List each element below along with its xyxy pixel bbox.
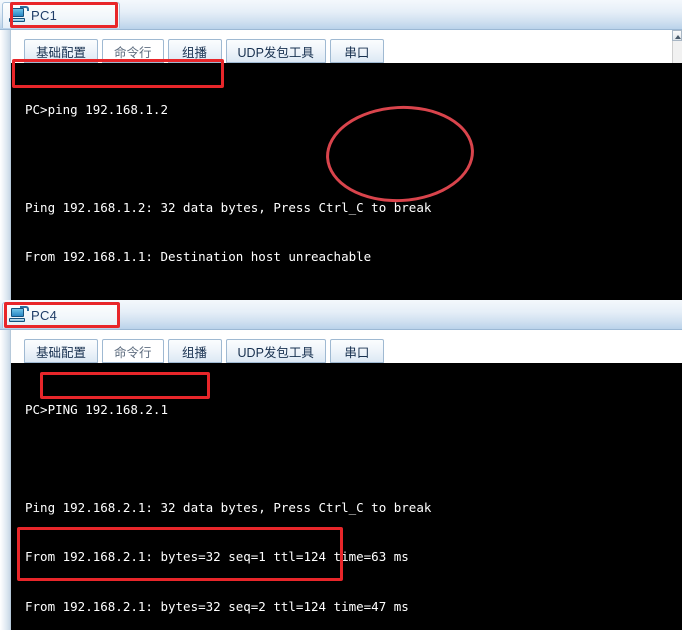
console-line: PC>ping 192.168.1.2 [25, 101, 168, 117]
tab-command-line[interactable]: 命令行 [102, 339, 164, 363]
tab-multicast[interactable]: 组播 [167, 39, 222, 63]
pc1-titlebar: PC1 [0, 0, 682, 30]
console-line: PC>PING 192.168.2.1 [25, 401, 168, 417]
pc1-window-tab[interactable]: PC1 [2, 2, 120, 28]
console-line: Ping 192.168.1.2: 32 data bytes, Press C… [25, 200, 432, 216]
chevron-down-icon[interactable] [672, 30, 682, 41]
screenshot-root: PC1 基础配置 命令行 组播 UDP发包工具 串口 PC>ping 192.1… [0, 0, 682, 630]
tab-basic-config[interactable]: 基础配置 [24, 339, 99, 363]
pc4-tabstrip: 基础配置 命令行 组播 UDP发包工具 串口 [11, 337, 671, 363]
console-line: From 192.168.1.1: Destination host unrea… [25, 249, 372, 265]
tab-multicast[interactable]: 组播 [167, 339, 222, 363]
tab-serial-port[interactable]: 串口 [329, 339, 384, 363]
tab-basic-config[interactable]: 基础配置 [24, 39, 99, 63]
tab-udp-tool[interactable]: UDP发包工具 [225, 339, 326, 363]
console-line: From 192.168.2.1: bytes=32 seq=2 ttl=124… [25, 598, 409, 614]
pc4-console-output[interactable]: PC>PING 192.168.2.1 Ping 192.168.2.1: 32… [11, 363, 682, 630]
pc1-client-area: 基础配置 命令行 组播 UDP发包工具 串口 PC>ping 192.168.1… [0, 30, 682, 300]
pc1-console-output[interactable]: PC>ping 192.168.1.2 Ping 192.168.1.2: 32… [11, 63, 682, 300]
pc4-window-title: PC4 [31, 308, 58, 323]
console-line: From 192.168.2.1: bytes=32 seq=1 ttl=124… [25, 549, 409, 565]
tab-command-line[interactable]: 命令行 [102, 39, 164, 63]
pc-monitor-icon [9, 6, 29, 23]
console-line: Ping 192.168.2.1: 32 data bytes, Press C… [25, 500, 432, 516]
pc4-window-tab[interactable]: PC4 [2, 302, 120, 328]
pc1-tabstrip: 基础配置 命令行 组播 UDP发包工具 串口 [11, 37, 671, 63]
pc1-left-rail [0, 30, 11, 300]
pc4-titlebar: PC4 [0, 300, 682, 330]
pc4-window: PC4 基础配置 命令行 组播 UDP发包工具 串口 PC>PING 192.1… [0, 300, 682, 630]
pc4-left-rail [0, 330, 11, 630]
pc1-window: PC1 基础配置 命令行 组播 UDP发包工具 串口 PC>ping 192.1… [0, 0, 682, 300]
pc1-window-title: PC1 [31, 8, 58, 23]
tab-serial-port[interactable]: 串口 [329, 39, 384, 63]
pc4-client-area: 基础配置 命令行 组播 UDP发包工具 串口 PC>PING 192.168.2… [0, 330, 682, 630]
tab-udp-tool[interactable]: UDP发包工具 [225, 39, 326, 63]
pc-monitor-icon [9, 306, 29, 323]
